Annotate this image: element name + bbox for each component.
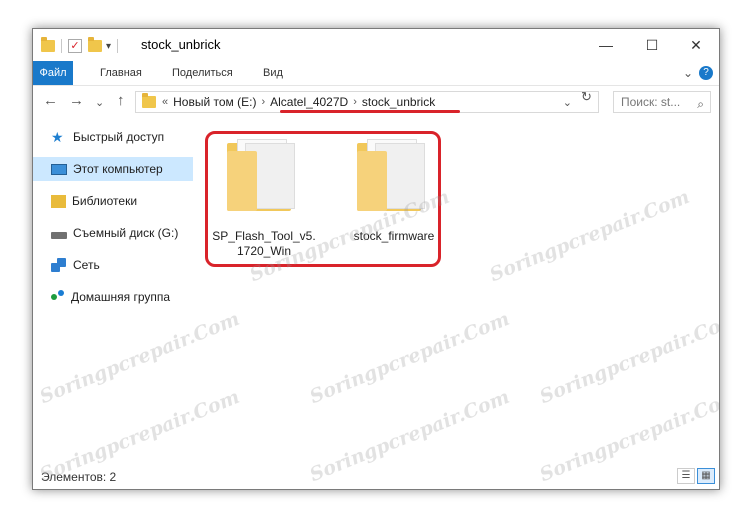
chevron-right-icon: › [353, 96, 357, 108]
toolbar-separator [117, 39, 119, 53]
tab-file[interactable]: Файл [33, 61, 73, 85]
star-icon: ★ [51, 129, 64, 145]
sidebar-item-label: Съемный диск (G:) [73, 226, 179, 240]
refresh-icon[interactable]: ↻ [581, 89, 592, 105]
title-bar: ✓ ▾ stock_unbrick — ☐ ✕ [33, 29, 719, 61]
folder-icon [41, 37, 55, 52]
tab-home[interactable]: Главная [100, 61, 142, 85]
search-placeholder: Поиск: st... [621, 95, 681, 109]
close-button[interactable]: ✕ [673, 29, 719, 61]
properties-icon[interactable]: ✓ [68, 39, 82, 53]
status-bar: Элементов: 2 ☰ ▦ [33, 465, 719, 489]
sidebar-item-label: Домашняя группа [71, 290, 171, 304]
navigation-bar: ← → ⌄ ↑ « Новый том (E:) › Alcatel_4027D… [33, 86, 719, 118]
sidebar-item-homegroup[interactable]: Домашняя группа [33, 285, 193, 309]
sidebar-item-label: Сеть [73, 258, 100, 272]
breadcrumb-drive[interactable]: Новый том (E:) [173, 95, 256, 109]
ribbon-tabs: Файл Главная Поделиться Вид ⌄ ? [33, 61, 719, 86]
breadcrumb-overflow[interactable]: « [162, 96, 168, 108]
red-highlight-box [205, 131, 441, 267]
new-folder-icon[interactable] [88, 37, 102, 52]
sidebar-item-libraries[interactable]: Библиотеки [33, 189, 193, 213]
search-icon: ⌕ [697, 97, 704, 111]
forward-button[interactable]: → [69, 92, 84, 109]
breadcrumb-stock-unbrick[interactable]: stock_unbrick [362, 95, 435, 109]
folder-icon [142, 93, 156, 108]
customize-toolbar-icon[interactable]: ▾ [106, 41, 111, 52]
sidebar-item-label: Быстрый доступ [73, 130, 165, 144]
computer-icon [51, 163, 67, 175]
library-icon [51, 194, 66, 208]
items-count: Элементов: 2 [41, 470, 117, 484]
sidebar-item-this-pc[interactable]: Этот компьютер [33, 157, 193, 181]
toolbar-separator [61, 39, 62, 53]
chevron-down-icon[interactable]: ⌄ [563, 96, 572, 109]
sidebar-item-removable-disk[interactable]: Съемный диск (G:) [33, 221, 193, 245]
help-icon[interactable]: ? [699, 66, 713, 80]
window-title: stock_unbrick [141, 37, 221, 52]
maximize-button[interactable]: ☐ [629, 29, 675, 61]
explorer-window: ✓ ▾ stock_unbrick — ☐ ✕ Файл Главная Под… [32, 28, 720, 490]
network-icon [51, 258, 67, 272]
recent-locations-button[interactable]: ⌄ [95, 96, 104, 109]
sidebar-item-quick-access[interactable]: ★ Быстрый доступ [33, 125, 193, 149]
sidebar-item-label: Библиотеки [72, 194, 138, 208]
chevron-right-icon: › [261, 96, 266, 108]
navigation-pane: ★ Быстрый доступ Этот компьютер Библиоте… [33, 125, 193, 317]
breadcrumb-alcatel[interactable]: Alcatel_4027D [270, 95, 348, 109]
usb-drive-icon [51, 231, 67, 239]
large-icons-view-icon[interactable]: ▦ [697, 468, 715, 484]
red-underline [280, 110, 460, 113]
minimize-button[interactable]: — [583, 29, 629, 61]
tab-share[interactable]: Поделиться [172, 61, 233, 85]
expand-ribbon-icon[interactable]: ⌄ [683, 61, 693, 85]
sidebar-item-label: Этот компьютер [73, 162, 163, 176]
quick-access-toolbar: ✓ ▾ [41, 37, 124, 54]
sidebar-item-network[interactable]: Сеть [33, 253, 193, 277]
up-button[interactable]: ↑ [117, 92, 125, 109]
tab-view[interactable]: Вид [263, 61, 283, 85]
homegroup-icon [51, 290, 65, 304]
back-button[interactable]: ← [43, 92, 58, 109]
details-view-icon[interactable]: ☰ [677, 468, 695, 484]
search-input[interactable]: Поиск: st... ⌕ [613, 91, 711, 113]
